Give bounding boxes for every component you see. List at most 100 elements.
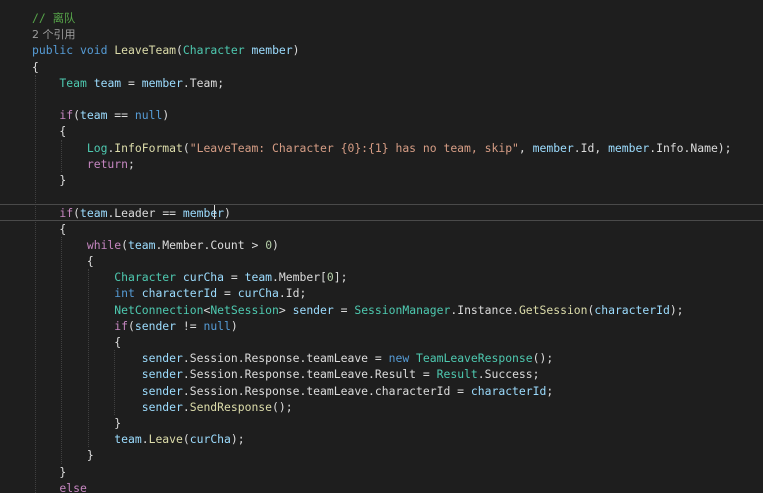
code-token: .Success; — [477, 367, 540, 382]
code-token: SendResponse — [189, 399, 273, 414]
code-lens-references[interactable]: 2 个引用 — [0, 26, 763, 42]
code-token: Leave — [148, 432, 183, 447]
code-token: LeaveTeam — [114, 43, 177, 58]
code-token: NetConnection — [32, 302, 204, 317]
code-line[interactable]: { — [0, 59, 763, 75]
code-token: .Session.Response.teamLeave = — [182, 351, 389, 366]
code-token: else — [32, 480, 87, 493]
code-line[interactable]: NetConnection<NetSession> sender = Sessi… — [0, 302, 763, 318]
code-line[interactable]: sender.Session.Response.teamLeave.Result… — [0, 366, 763, 382]
code-line[interactable]: if(team.Leader == member) — [0, 204, 763, 221]
code-token: } — [32, 173, 67, 187]
code-token: == — [107, 108, 135, 123]
code-token: team — [128, 237, 156, 252]
code-token: ( — [73, 108, 81, 123]
code-token: = — [217, 286, 238, 301]
code-line[interactable]: sender.Session.Response.teamLeave.charac… — [0, 383, 763, 399]
code-line[interactable]: { — [0, 334, 763, 350]
code-line[interactable]: sender.Session.Response.teamLeave = new … — [0, 350, 763, 366]
code-editor[interactable]: // 离队 2 个引用 public void LeaveTeam(Characte… — [0, 0, 763, 493]
code-token: ) — [272, 237, 279, 252]
code-line[interactable]: if(sender != null) — [0, 318, 763, 334]
code-token: characterId — [594, 302, 670, 317]
code-token: curCha — [189, 432, 231, 447]
code-token: 2 个引用 — [32, 28, 76, 42]
code-token: } — [32, 464, 67, 479]
code-token: .Id; — [278, 286, 307, 301]
code-token: Character — [182, 43, 245, 58]
code-line[interactable] — [0, 188, 763, 204]
code-line[interactable]: } — [0, 172, 763, 188]
code-token: .Id, — [573, 140, 609, 155]
code-token: ) — [292, 43, 300, 58]
code-token: InfoFormat — [114, 140, 183, 155]
code-line[interactable]: } — [0, 447, 763, 463]
code-token: .Session.Response.teamLeave.Result = — [182, 367, 437, 382]
code-token: ( — [121, 237, 129, 252]
code-token: .Instance. — [450, 302, 519, 317]
code-token: .Session.Response.teamLeave.characterId … — [182, 383, 471, 398]
text-caret — [214, 205, 215, 220]
code-token: ( — [128, 318, 135, 333]
code-token: ( — [176, 43, 183, 58]
code-token: sender — [32, 383, 183, 398]
code-line[interactable]: Team team = member.Team; — [0, 75, 763, 91]
code-line[interactable]: } — [0, 464, 763, 480]
code-line[interactable]: // 离队 — [0, 10, 763, 26]
code-line[interactable]: { — [0, 253, 763, 269]
code-token: member — [532, 140, 574, 155]
code-token: characterId — [141, 286, 218, 301]
code-token: sender — [32, 399, 183, 414]
code-line[interactable]: } — [0, 415, 763, 431]
code-line[interactable] — [0, 91, 763, 107]
code-token: if — [32, 108, 74, 123]
code-line[interactable]: Log.InfoFormat("LeaveTeam: Character {0}… — [0, 140, 763, 156]
code-line[interactable]: Character curCha = team.Member[0]; — [0, 269, 763, 285]
code-token: if — [32, 318, 129, 333]
code-line[interactable]: sender.SendResponse(); — [0, 399, 763, 415]
code-line[interactable]: team.Leave(curCha); — [0, 431, 763, 447]
code-token: int — [32, 286, 135, 301]
code-token: curCha — [182, 270, 225, 285]
code-token: TeamLeaveResponse — [416, 351, 533, 366]
code-line[interactable]: int characterId = curCha.Id; — [0, 285, 763, 301]
code-token: member — [251, 43, 293, 58]
code-token: } — [32, 448, 94, 463]
code-token: ); — [669, 302, 684, 317]
code-token: .Info.Name); — [649, 140, 732, 155]
code-token: ) — [230, 318, 238, 333]
code-line[interactable]: return; — [0, 156, 763, 172]
code-token: sender — [32, 351, 183, 366]
code-token: (); — [272, 399, 293, 414]
code-token: ( — [73, 206, 81, 221]
code-token: Character — [32, 270, 177, 285]
code-token: sender — [134, 318, 177, 333]
code-line[interactable]: if(team == null) — [0, 107, 763, 123]
code-line[interactable]: else — [0, 480, 763, 493]
code-token: null — [134, 108, 163, 123]
code-token: team — [93, 75, 122, 90]
code-token: .Leader == — [107, 206, 183, 221]
code-line[interactable]: { — [0, 221, 763, 237]
code-token: // 离队 — [32, 11, 76, 25]
code-token: { — [32, 254, 94, 268]
code-token: sender — [292, 302, 334, 317]
code-token: null — [203, 318, 231, 333]
code-token: 0 — [326, 270, 334, 285]
code-line[interactable]: { — [0, 123, 763, 139]
code-token: ; — [546, 383, 554, 398]
code-token: team — [244, 270, 273, 285]
code-line[interactable]: while(team.Member.Count > 0) — [0, 237, 763, 253]
code-token: , — [518, 140, 533, 155]
code-token: (); — [532, 351, 554, 366]
code-token: . — [141, 432, 149, 447]
code-token: ( — [182, 432, 190, 447]
code-token: member — [182, 206, 225, 221]
code-token: .Team; — [182, 75, 225, 90]
code-token: while — [32, 237, 122, 252]
code-line[interactable]: public void LeaveTeam(Character member) — [0, 42, 763, 58]
code-token: if — [32, 206, 74, 221]
